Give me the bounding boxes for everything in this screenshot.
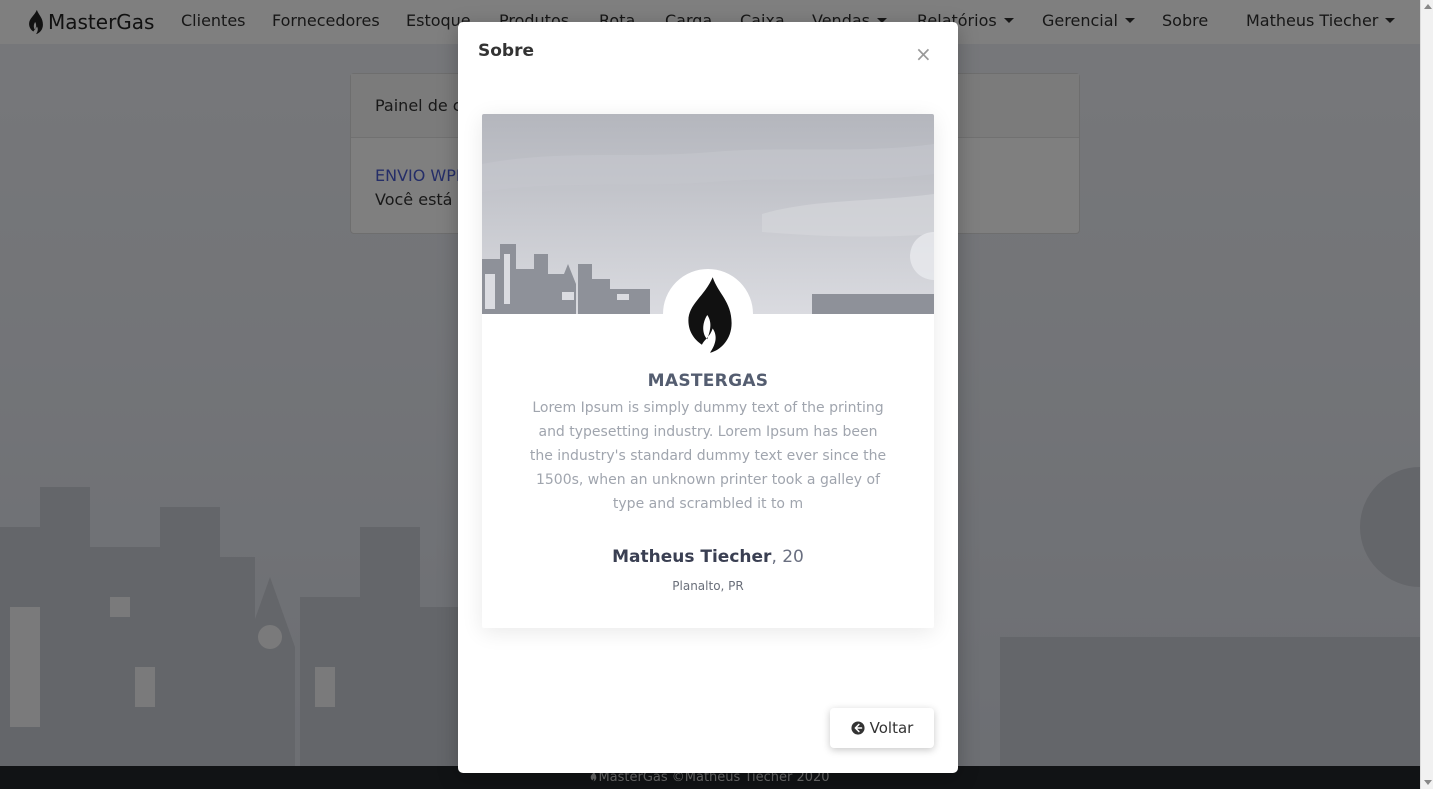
back-button-label: Voltar: [869, 719, 914, 737]
avatar: [663, 269, 753, 359]
profile-card: MASTERGAS Lorem Ipsum is simply dummy te…: [482, 114, 934, 628]
owner-age: , 20: [771, 547, 804, 567]
about-modal: Sobre × MASTERGAS Lorem Ipsum is simply …: [458, 22, 958, 773]
card-title: MASTERGAS: [647, 371, 769, 391]
flame-logo-icon: [688, 277, 732, 353]
owner-name: Matheus Tiecher: [612, 547, 772, 567]
scroll-down-arrow-icon[interactable]: [1424, 780, 1432, 785]
back-button[interactable]: Voltar: [830, 708, 934, 748]
card-description: Lorem Ipsum is simply dummy text of the …: [529, 400, 887, 512]
scroll-up-arrow-icon[interactable]: [1424, 4, 1432, 9]
page-scrollbar[interactable]: [1420, 0, 1433, 789]
close-icon[interactable]: ×: [915, 44, 932, 64]
owner-location: Planalto, PR: [672, 579, 744, 593]
modal-title: Sobre: [478, 41, 535, 61]
card-owner: Matheus Tiecher, 20: [482, 547, 934, 567]
arrow-circle-left-icon: [851, 721, 865, 735]
